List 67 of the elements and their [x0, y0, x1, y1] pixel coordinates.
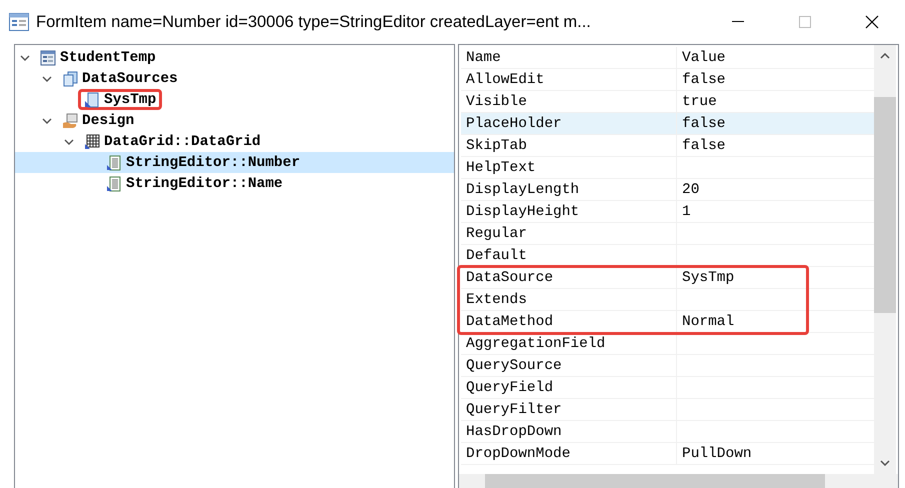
window-title: FormItem name=Number id=30006 type=StringEditor createdLayer=ent m... [36, 12, 592, 32]
property-name: SkipTab [465, 136, 528, 156]
property-row[interactable]: QuerySource [461, 355, 874, 377]
property-row[interactable]: PlaceHolder false [461, 113, 874, 135]
property-row[interactable]: DisplayLength 20 [461, 179, 874, 201]
property-row[interactable]: DropDownMode PullDown [461, 443, 874, 465]
tree-row[interactable]: StringEditor::Number [15, 152, 454, 173]
property-row[interactable]: QueryField [461, 377, 874, 399]
documents-icon [62, 70, 78, 86]
close-icon [865, 15, 879, 29]
property-name: Default [465, 246, 528, 266]
tree-item[interactable]: Design [56, 110, 140, 131]
property-name: HelpText [465, 158, 537, 178]
property-name: QuerySource [465, 356, 563, 376]
property-name: DataSource [465, 268, 554, 288]
property-name: DataMethod [465, 312, 554, 332]
property-row[interactable]: Regular [461, 223, 874, 245]
property-row[interactable]: DataSource SysTmp [461, 267, 874, 289]
tree-row[interactable]: StudentTemp [15, 47, 454, 68]
property-row[interactable]: HasDropDown [461, 421, 874, 443]
property-row[interactable]: SkipTab false [461, 135, 874, 157]
property-row[interactable]: AggregationField [461, 333, 874, 355]
property-name: AllowEdit [465, 70, 546, 90]
tree-row[interactable]: SysTmp [15, 89, 454, 110]
minimize-icon [732, 21, 744, 23]
property-row[interactable]: HelpText [461, 157, 874, 179]
property-row[interactable]: QueryFilter [461, 399, 874, 421]
horizontal-scrollbar[interactable] [459, 474, 898, 488]
property-name: Extends [465, 290, 528, 310]
property-name: Visible [465, 92, 528, 112]
chevron-down-icon[interactable] [64, 136, 74, 146]
property-name: HasDropDown [465, 422, 563, 442]
property-row[interactable]: DisplayHeight 1 [461, 201, 874, 223]
hand-icon [62, 112, 78, 128]
window-icon [9, 13, 29, 31]
tree-row[interactable]: DataSources [15, 68, 454, 89]
column-header[interactable]: Name [461, 47, 676, 68]
tree-row[interactable]: DataGrid::DataGrid [15, 131, 454, 152]
text-editor-icon [106, 176, 122, 192]
tree-item[interactable]: DataSources [56, 68, 184, 89]
chevron-down-icon[interactable] [42, 116, 52, 126]
tree-item[interactable]: DataGrid::DataGrid [78, 131, 267, 152]
property-name: Regular [465, 224, 528, 244]
tree-item[interactable]: StringEditor::Number [100, 152, 306, 173]
property-name: AggregationField [465, 334, 606, 354]
property-name: PlaceHolder [465, 114, 563, 134]
document-icon [84, 92, 100, 108]
property-name: QueryField [465, 378, 554, 398]
vertical-scrollbar[interactable] [874, 45, 896, 474]
property-name: DisplayHeight [465, 202, 580, 222]
chevron-down-icon[interactable] [42, 74, 52, 84]
maximize-icon [799, 16, 811, 28]
property-row[interactable]: Visible true [461, 91, 874, 113]
property-name: DisplayLength [465, 180, 580, 200]
chevron-down-icon[interactable] [20, 52, 30, 62]
form-icon [40, 50, 56, 66]
tree-row[interactable]: StringEditor::Name [15, 173, 454, 194]
grid-icon [84, 134, 100, 150]
tree-item[interactable]: StringEditor::Name [100, 173, 289, 194]
tree-item[interactable]: SysTmp [78, 89, 162, 110]
tree-row[interactable]: Design [15, 110, 454, 131]
tree-item[interactable]: StudentTemp [34, 47, 162, 68]
property-row[interactable]: AllowEdit false [461, 69, 874, 91]
property-name: DropDownMode [465, 444, 572, 464]
property-row[interactable]: Extends [461, 289, 874, 311]
text-editor-icon [106, 154, 122, 170]
property-name: QueryFilter [465, 400, 563, 420]
